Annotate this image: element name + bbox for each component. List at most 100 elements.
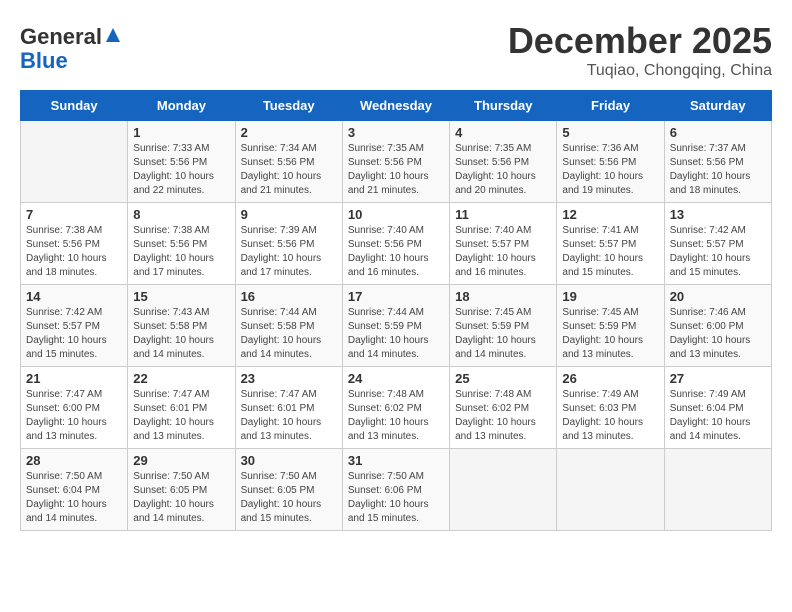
day-number: 22 <box>133 371 229 386</box>
day-info: Sunrise: 7:43 AMSunset: 5:58 PMDaylight:… <box>133 306 229 362</box>
day-number: 8 <box>133 207 229 222</box>
calendar-cell: 7Sunrise: 7:38 AMSunset: 5:56 PMDaylight… <box>21 203 128 285</box>
calendar-cell <box>664 449 771 531</box>
day-info: Sunrise: 7:50 AMSunset: 6:05 PMDaylight:… <box>241 470 337 526</box>
day-info: Sunrise: 7:35 AMSunset: 5:56 PMDaylight:… <box>455 142 551 198</box>
calendar-cell: 2 Sunrise: 7:34 AMSunset: 5:56 PMDaylight… <box>235 121 342 203</box>
logo-general-text: General <box>20 24 102 49</box>
calendar-cell <box>450 449 557 531</box>
day-number: 13 <box>670 207 766 222</box>
calendar-cell: 22 Sunrise: 7:47 AMSunset: 6:01 PMDayligh… <box>128 367 235 449</box>
day-info: Sunrise: 7:50 AMSunset: 6:05 PMDaylight:… <box>133 470 229 526</box>
calendar-cell: 8 Sunrise: 7:38 AMSunset: 5:56 PMDaylight… <box>128 203 235 285</box>
logo: General Blue <box>20 25 122 73</box>
calendar-cell: 6 Sunrise: 7:37 AMSunset: 5:56 PMDaylight… <box>664 121 771 203</box>
calendar-cell: 25Sunrise: 7:48 AMSunset: 6:02 PMDayligh… <box>450 367 557 449</box>
day-info: Sunrise: 7:38 AMSunset: 5:56 PMDaylight:… <box>26 224 122 280</box>
calendar-cell: 12Sunrise: 7:41 AMSunset: 5:57 PMDayligh… <box>557 203 664 285</box>
calendar-cell <box>557 449 664 531</box>
day-number: 15 <box>133 289 229 304</box>
calendar-cell: 29 Sunrise: 7:50 AMSunset: 6:05 PMDayligh… <box>128 449 235 531</box>
calendar-cell: 31Sunrise: 7:50 AMSunset: 6:06 PMDayligh… <box>342 449 449 531</box>
day-info: Sunrise: 7:47 AMSunset: 6:00 PMDaylight:… <box>26 388 122 444</box>
calendar-cell: 21Sunrise: 7:47 AMSunset: 6:00 PMDayligh… <box>21 367 128 449</box>
header-day-monday: Monday <box>128 91 235 121</box>
calendar-table: SundayMondayTuesdayWednesdayThursdayFrid… <box>20 90 772 531</box>
day-number: 25 <box>455 371 551 386</box>
calendar-week-row: 7Sunrise: 7:38 AMSunset: 5:56 PMDaylight… <box>21 203 772 285</box>
day-number: 1 <box>133 125 229 140</box>
calendar-cell: 23 Sunrise: 7:47 AMSunset: 6:01 PMDayligh… <box>235 367 342 449</box>
day-number: 2 <box>241 125 337 140</box>
calendar-week-row: 28Sunrise: 7:50 AMSunset: 6:04 PMDayligh… <box>21 449 772 531</box>
day-number: 26 <box>562 371 658 386</box>
calendar-cell: 28Sunrise: 7:50 AMSunset: 6:04 PMDayligh… <box>21 449 128 531</box>
header-day-thursday: Thursday <box>450 91 557 121</box>
day-number: 29 <box>133 453 229 468</box>
day-info: Sunrise: 7:50 AMSunset: 6:06 PMDaylight:… <box>348 470 444 526</box>
header-day-sunday: Sunday <box>21 91 128 121</box>
day-info: Sunrise: 7:37 AMSunset: 5:56 PMDaylight:… <box>670 142 766 198</box>
day-info: Sunrise: 7:36 AMSunset: 5:56 PMDaylight:… <box>562 142 658 198</box>
calendar-cell: 19 Sunrise: 7:45 AMSunset: 5:59 PMDayligh… <box>557 285 664 367</box>
day-info: Sunrise: 7:42 AMSunset: 5:57 PMDaylight:… <box>26 306 122 362</box>
day-info: Sunrise: 7:35 AMSunset: 5:56 PMDaylight:… <box>348 142 444 198</box>
calendar-cell: 14 Sunrise: 7:42 AMSunset: 5:57 PMDayligh… <box>21 285 128 367</box>
calendar-cell: 18Sunrise: 7:45 AMSunset: 5:59 PMDayligh… <box>450 285 557 367</box>
calendar-week-row: 21Sunrise: 7:47 AMSunset: 6:00 PMDayligh… <box>21 367 772 449</box>
day-info: Sunrise: 7:46 AMSunset: 6:00 PMDaylight:… <box>670 306 766 362</box>
day-number: 11 <box>455 207 551 222</box>
day-info: Sunrise: 7:45 AMSunset: 5:59 PMDaylight:… <box>562 306 658 362</box>
calendar-cell: 15 Sunrise: 7:43 AMSunset: 5:58 PMDayligh… <box>128 285 235 367</box>
calendar-cell: 13 Sunrise: 7:42 AMSunset: 5:57 PMDayligh… <box>664 203 771 285</box>
logo-icon <box>104 26 122 44</box>
day-info: Sunrise: 7:40 AMSunset: 5:56 PMDaylight:… <box>348 224 444 280</box>
day-info: Sunrise: 7:40 AMSunset: 5:57 PMDaylight:… <box>455 224 551 280</box>
day-info: Sunrise: 7:44 AMSunset: 5:58 PMDaylight:… <box>241 306 337 362</box>
day-info: Sunrise: 7:33 AMSunset: 5:56 PMDaylight:… <box>133 142 229 198</box>
calendar-cell: 24 Sunrise: 7:48 AMSunset: 6:02 PMDayligh… <box>342 367 449 449</box>
calendar-title: December 2025 <box>508 20 772 62</box>
calendar-cell: 26 Sunrise: 7:49 AMSunset: 6:03 PMDayligh… <box>557 367 664 449</box>
day-info: Sunrise: 7:44 AMSunset: 5:59 PMDaylight:… <box>348 306 444 362</box>
day-info: Sunrise: 7:42 AMSunset: 5:57 PMDaylight:… <box>670 224 766 280</box>
day-info: Sunrise: 7:45 AMSunset: 5:59 PMDaylight:… <box>455 306 551 362</box>
day-info: Sunrise: 7:50 AMSunset: 6:04 PMDaylight:… <box>26 470 122 526</box>
day-info: Sunrise: 7:47 AMSunset: 6:01 PMDaylight:… <box>241 388 337 444</box>
day-info: Sunrise: 7:34 AMSunset: 5:56 PMDaylight:… <box>241 142 337 198</box>
day-info: Sunrise: 7:38 AMSunset: 5:56 PMDaylight:… <box>133 224 229 280</box>
day-number: 19 <box>562 289 658 304</box>
calendar-cell: 4 Sunrise: 7:35 AMSunset: 5:56 PMDaylight… <box>450 121 557 203</box>
day-number: 3 <box>348 125 444 140</box>
day-number: 12 <box>562 207 658 222</box>
day-number: 24 <box>348 371 444 386</box>
day-info: Sunrise: 7:39 AMSunset: 5:56 PMDaylight:… <box>241 224 337 280</box>
header-day-wednesday: Wednesday <box>342 91 449 121</box>
calendar-week-row: 1 Sunrise: 7:33 AMSunset: 5:56 PMDaylight… <box>21 121 772 203</box>
calendar-cell: 11 Sunrise: 7:40 AMSunset: 5:57 PMDayligh… <box>450 203 557 285</box>
day-number: 23 <box>241 371 337 386</box>
day-info: Sunrise: 7:49 AMSunset: 6:03 PMDaylight:… <box>562 388 658 444</box>
header-day-tuesday: Tuesday <box>235 91 342 121</box>
calendar-cell: 10 Sunrise: 7:40 AMSunset: 5:56 PMDayligh… <box>342 203 449 285</box>
logo-blue-text: Blue <box>20 48 68 73</box>
day-number: 6 <box>670 125 766 140</box>
day-info: Sunrise: 7:47 AMSunset: 6:01 PMDaylight:… <box>133 388 229 444</box>
header-day-friday: Friday <box>557 91 664 121</box>
calendar-week-row: 14 Sunrise: 7:42 AMSunset: 5:57 PMDayligh… <box>21 285 772 367</box>
day-info: Sunrise: 7:48 AMSunset: 6:02 PMDaylight:… <box>348 388 444 444</box>
day-number: 10 <box>348 207 444 222</box>
calendar-subtitle: Tuqiao, Chongqing, China <box>508 62 772 80</box>
header-day-saturday: Saturday <box>664 91 771 121</box>
calendar-cell <box>21 121 128 203</box>
calendar-cell: 9Sunrise: 7:39 AMSunset: 5:56 PMDaylight… <box>235 203 342 285</box>
calendar-cell: 27Sunrise: 7:49 AMSunset: 6:04 PMDayligh… <box>664 367 771 449</box>
day-number: 16 <box>241 289 337 304</box>
calendar-cell: 20Sunrise: 7:46 AMSunset: 6:00 PMDayligh… <box>664 285 771 367</box>
day-number: 14 <box>26 289 122 304</box>
calendar-cell: 30Sunrise: 7:50 AMSunset: 6:05 PMDayligh… <box>235 449 342 531</box>
day-number: 5 <box>562 125 658 140</box>
day-info: Sunrise: 7:49 AMSunset: 6:04 PMDaylight:… <box>670 388 766 444</box>
day-number: 4 <box>455 125 551 140</box>
day-number: 17 <box>348 289 444 304</box>
